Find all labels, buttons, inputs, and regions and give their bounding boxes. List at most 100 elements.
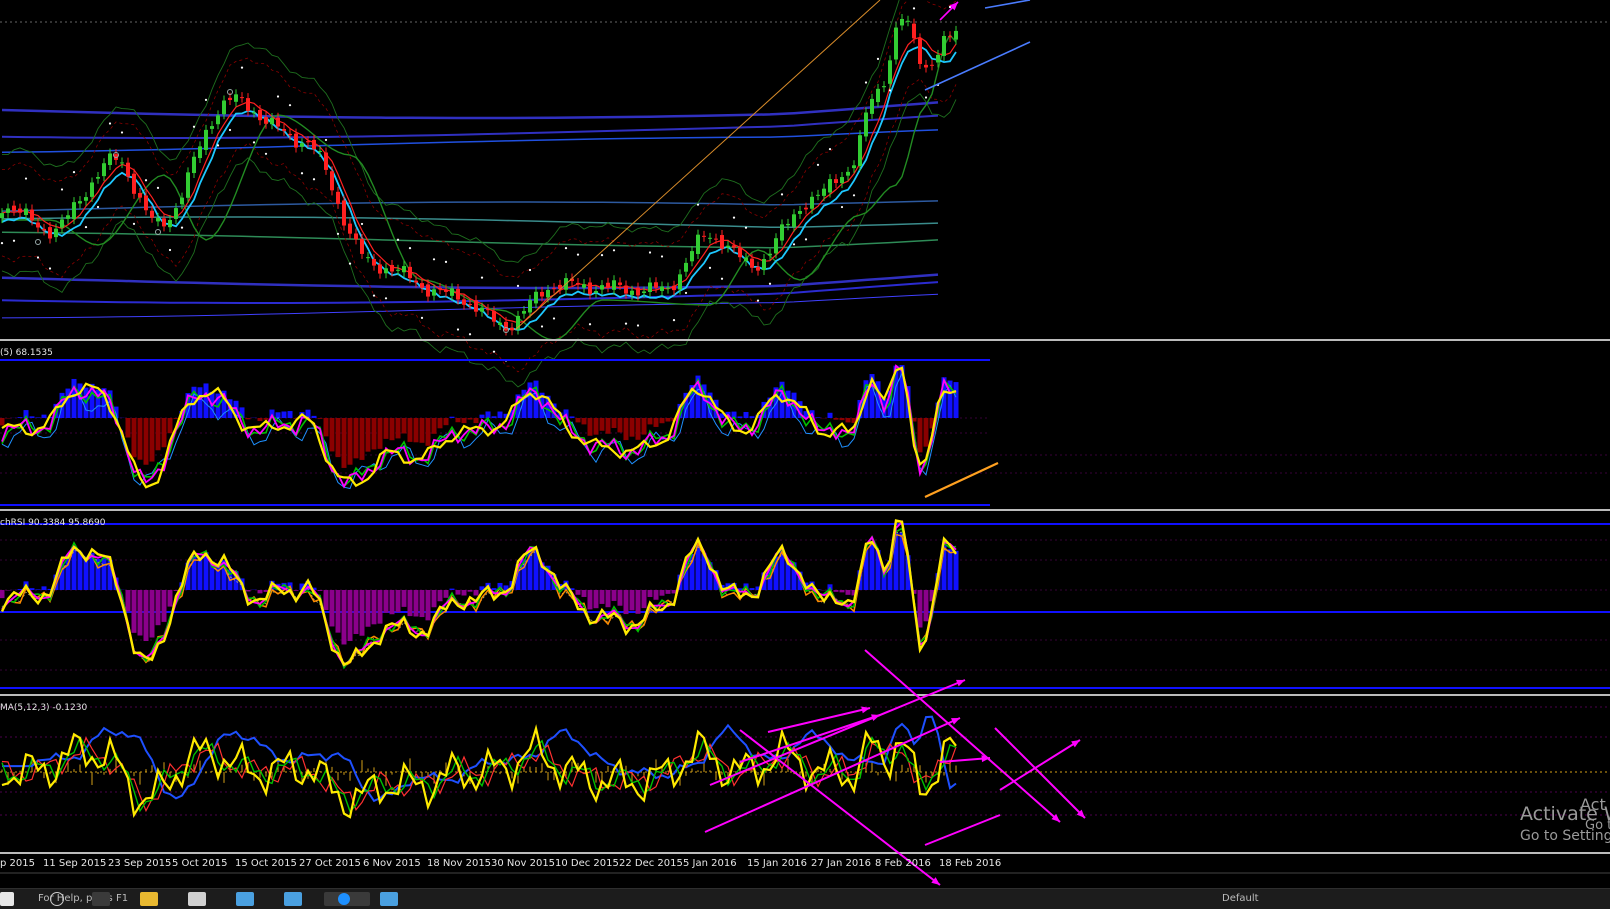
candle-body bbox=[480, 308, 484, 312]
histogram-bar bbox=[438, 590, 443, 601]
indicator-label-3: MA(5,12,3) -0.1230 bbox=[0, 703, 87, 713]
histogram-bar bbox=[600, 418, 605, 431]
sar-dot bbox=[181, 227, 183, 229]
sar-dot bbox=[433, 258, 435, 260]
time-axis-label: 11 Sep 2015 bbox=[43, 858, 106, 869]
candle-body bbox=[594, 291, 598, 293]
sar-dot bbox=[205, 99, 207, 101]
histogram-bar bbox=[462, 418, 467, 423]
candle-body bbox=[864, 113, 868, 137]
histogram-bar bbox=[648, 590, 653, 597]
candle-body bbox=[258, 110, 262, 120]
sar-dot bbox=[541, 325, 543, 327]
histogram-bar bbox=[456, 418, 461, 422]
sar-dot bbox=[313, 178, 315, 180]
candle-body bbox=[852, 165, 856, 168]
sar-dot bbox=[301, 172, 303, 174]
candle-body bbox=[282, 129, 286, 131]
candle-body bbox=[222, 101, 226, 115]
candle-body bbox=[30, 210, 34, 221]
store-icon[interactable] bbox=[188, 892, 206, 906]
chart-canvas[interactable] bbox=[0, 0, 1610, 888]
candle-body bbox=[186, 172, 190, 197]
edge-browser-icon[interactable] bbox=[324, 892, 370, 906]
candle-body bbox=[540, 292, 544, 297]
candle-body bbox=[726, 246, 730, 248]
sar-dot bbox=[1, 242, 3, 244]
histogram-bar bbox=[30, 588, 35, 590]
app-icon-2[interactable] bbox=[284, 892, 302, 906]
histogram-bar bbox=[174, 418, 179, 419]
candle-body bbox=[552, 288, 556, 289]
candle-body bbox=[894, 28, 898, 60]
histogram-bar bbox=[348, 590, 353, 641]
sar-dot bbox=[781, 193, 783, 195]
candle-body bbox=[504, 322, 508, 331]
app-icon-3[interactable] bbox=[380, 892, 398, 906]
histogram-bar bbox=[642, 590, 647, 608]
histogram-bar bbox=[78, 552, 83, 590]
candle-body bbox=[660, 286, 664, 290]
histogram-bar bbox=[666, 418, 671, 422]
histogram-bar bbox=[924, 590, 929, 621]
histogram-bar bbox=[420, 418, 425, 443]
sar-dot bbox=[889, 89, 891, 91]
histogram-bar bbox=[312, 416, 317, 418]
sar-dot bbox=[517, 285, 519, 287]
sar-dot bbox=[241, 67, 243, 69]
histogram-bar bbox=[636, 418, 641, 440]
histogram-bar bbox=[372, 418, 377, 449]
histogram-bar bbox=[492, 416, 497, 418]
start-icon[interactable] bbox=[0, 892, 14, 906]
histogram-bar bbox=[156, 418, 161, 450]
histogram-bar bbox=[378, 418, 383, 449]
histogram-bar bbox=[258, 418, 263, 421]
candle-body bbox=[138, 193, 142, 198]
histogram-bar bbox=[660, 590, 665, 596]
candle-body bbox=[690, 251, 694, 261]
sar-dot bbox=[745, 227, 747, 229]
histogram-bar bbox=[606, 418, 611, 434]
sar-dot bbox=[361, 223, 363, 225]
sar-dot bbox=[721, 278, 723, 280]
histogram-bar bbox=[402, 418, 407, 433]
sar-dot bbox=[733, 217, 735, 219]
histogram-bar bbox=[42, 415, 47, 418]
candle-body bbox=[324, 153, 328, 170]
candle-body bbox=[510, 328, 514, 331]
histogram-bar bbox=[414, 590, 419, 617]
histogram-bar bbox=[618, 418, 623, 432]
histogram-bar bbox=[924, 418, 929, 447]
sar-dot bbox=[121, 131, 123, 133]
candle-body bbox=[456, 289, 460, 300]
sar-dot bbox=[193, 126, 195, 128]
sar-dot bbox=[841, 206, 843, 208]
task-view-icon[interactable] bbox=[92, 892, 110, 906]
time-axis-label: 27 Jan 2016 bbox=[811, 858, 871, 869]
histogram-bar bbox=[840, 418, 845, 420]
histogram-bar bbox=[42, 586, 47, 590]
candle-body bbox=[276, 118, 280, 127]
app-icon-1[interactable] bbox=[236, 892, 254, 906]
histogram-bar bbox=[162, 590, 167, 622]
candle-body bbox=[756, 267, 760, 271]
sar-dot bbox=[61, 188, 63, 190]
histogram-bar bbox=[246, 418, 251, 419]
candle-body bbox=[108, 153, 112, 165]
candle-body bbox=[762, 259, 766, 270]
histogram-bar bbox=[486, 411, 491, 418]
taskbar[interactable]: For Help, press F1 Default bbox=[0, 888, 1610, 909]
search-icon[interactable] bbox=[50, 892, 64, 906]
candle-body bbox=[630, 291, 634, 295]
histogram-bar bbox=[156, 590, 161, 625]
candle-body bbox=[780, 224, 784, 240]
candle-body bbox=[666, 288, 670, 289]
histogram-bar bbox=[144, 590, 149, 641]
file-explorer-icon[interactable] bbox=[140, 892, 158, 906]
candle-body bbox=[168, 220, 172, 227]
histogram-bar bbox=[126, 590, 131, 611]
histogram-bar bbox=[336, 418, 341, 457]
sar-dot bbox=[385, 297, 387, 299]
candle-body bbox=[96, 177, 100, 179]
candle-body bbox=[144, 195, 148, 210]
